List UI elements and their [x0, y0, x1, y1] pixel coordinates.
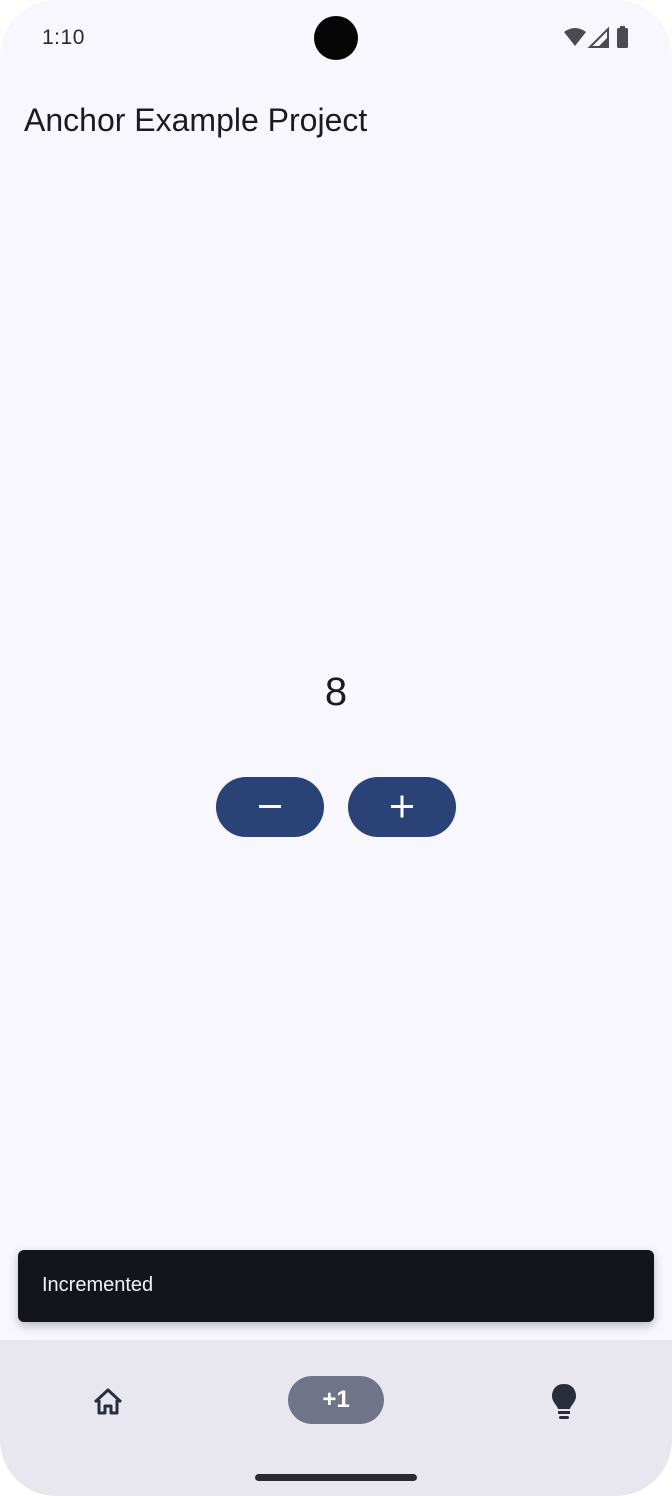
status-icons: [562, 26, 634, 50]
minus-icon: [259, 805, 281, 808]
home-icon: [93, 1388, 123, 1415]
phone-screen: 1:10 Anchor Example Project 8 Incremente…: [0, 0, 672, 1496]
cell-signal-icon: [587, 26, 609, 48]
status-time: 1:10: [42, 26, 85, 49]
nav-home-button[interactable]: [84, 1380, 132, 1420]
app-title: Anchor Example Project: [24, 102, 368, 138]
wifi-icon: [564, 28, 586, 46]
decrement-button[interactable]: [216, 777, 324, 837]
plus-icon: [391, 795, 413, 818]
lightbulb-icon: [552, 1384, 576, 1419]
battery-icon: [617, 26, 628, 48]
snackbar: Incremented: [18, 1250, 654, 1322]
nav-increment-label: +1: [322, 1386, 350, 1413]
camera-cutout: [314, 16, 358, 60]
bottom-navigation-bar: +1: [0, 1340, 672, 1496]
nav-increment-button[interactable]: +1: [288, 1376, 384, 1424]
snackbar-message: Incremented: [42, 1274, 154, 1296]
gesture-navigation-handle[interactable]: [255, 1474, 417, 1481]
status-bar: 1:10: [0, 0, 672, 76]
nav-idea-button[interactable]: [540, 1380, 588, 1424]
increment-button[interactable]: [348, 777, 456, 837]
counter-value: 8: [324, 670, 348, 714]
